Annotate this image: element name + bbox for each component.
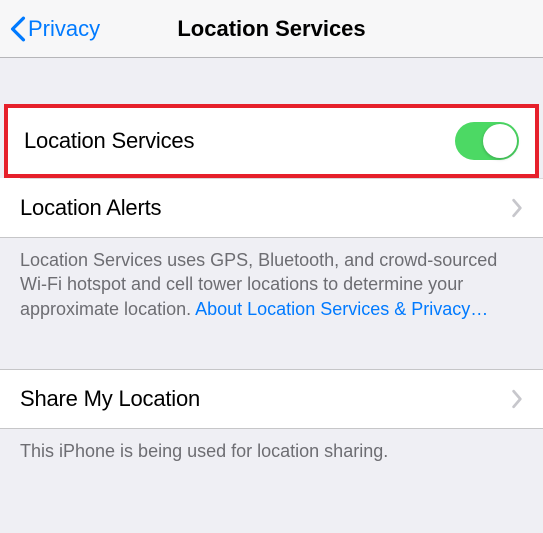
chevron-right-icon <box>511 198 523 218</box>
nav-bar: Privacy Location Services <box>0 0 543 58</box>
location-alerts-row[interactable]: Location Alerts <box>0 179 543 237</box>
about-privacy-link[interactable]: About Location Services & Privacy… <box>195 299 488 319</box>
section-spacer <box>0 58 543 104</box>
chevron-left-icon <box>10 16 26 42</box>
toggle-knob <box>483 124 517 158</box>
highlight-box: Location Services <box>4 104 539 178</box>
share-footer-text: This iPhone is being used for location s… <box>20 441 388 461</box>
share-footer: This iPhone is being used for location s… <box>0 429 543 481</box>
share-my-location-label: Share My Location <box>20 386 200 412</box>
back-button[interactable]: Privacy <box>0 16 100 42</box>
chevron-right-icon <box>511 389 523 409</box>
location-services-label: Location Services <box>24 128 194 154</box>
location-services-row[interactable]: Location Services <box>8 108 535 174</box>
section-spacer <box>0 339 543 369</box>
share-my-location-row[interactable]: Share My Location <box>0 370 543 428</box>
location-alerts-label: Location Alerts <box>20 195 161 221</box>
services-footer: Location Services uses GPS, Bluetooth, a… <box>0 238 543 339</box>
location-services-toggle[interactable] <box>455 122 519 160</box>
back-label: Privacy <box>28 16 100 42</box>
